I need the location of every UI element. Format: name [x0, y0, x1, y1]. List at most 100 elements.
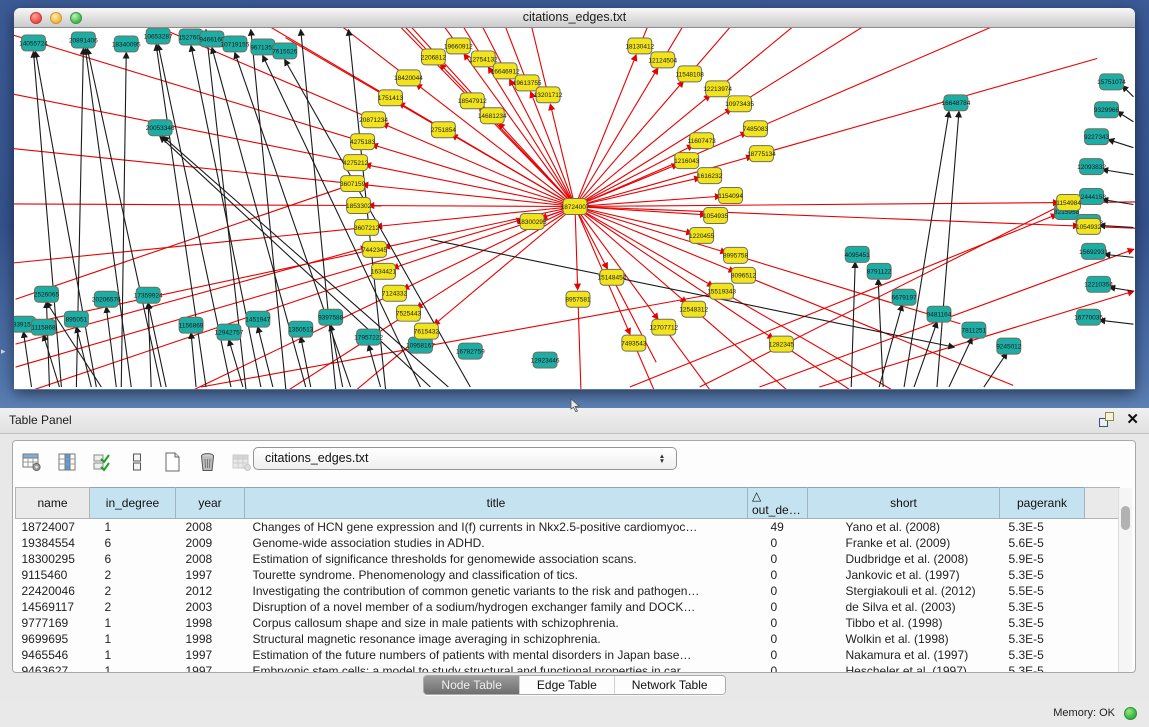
graph-node-label: 19613755: [513, 80, 542, 87]
graph-node-label: 6679197: [891, 295, 917, 302]
table-row[interactable]: 1872400712008Changes of HCN gene express…: [16, 519, 1120, 535]
graph-node-label: 1054932: [1076, 224, 1102, 231]
table-tabs: Node TableEdge TableNetwork Table: [0, 675, 1149, 695]
column-header-in_degree[interactable]: in_degree: [90, 488, 176, 519]
column-header-year[interactable]: year: [176, 488, 245, 519]
graph-node-label: 12548312: [679, 307, 708, 314]
table-row[interactable]: 969969511998Structural magnetic resonanc…: [16, 631, 1120, 647]
table-row[interactable]: 911546021997Tourette syndrome. Phenomeno…: [16, 567, 1120, 583]
graph-node-label: 3607212: [354, 225, 380, 232]
graph-edge: [106, 307, 116, 387]
close-window-icon[interactable]: [30, 12, 42, 24]
select-all-rows-icon[interactable]: [89, 448, 115, 476]
graph-edge: [949, 338, 972, 387]
delete-table-icon[interactable]: [194, 448, 220, 476]
graph-node-label: 1751413: [378, 95, 404, 102]
graph-edge: [575, 207, 1079, 227]
node-table-box: f(x) citations_edges.txt ▲▼ namein_degre…: [12, 440, 1136, 673]
table-selector-value: citations_edges.txt: [265, 451, 369, 465]
graph-edge: [369, 345, 381, 387]
graph-node-label: 4275212: [343, 160, 369, 167]
column-visibility-icon[interactable]: [54, 448, 80, 476]
graph-node-label: 1154984: [1056, 200, 1081, 207]
graph-edge: [43, 335, 59, 387]
column-header-pagerank[interactable]: pagerank: [1000, 488, 1085, 519]
graph-node-label: 1115868: [31, 325, 56, 332]
tab-network-table[interactable]: Network Table: [614, 676, 725, 694]
graph-node-label: 7811251: [962, 328, 987, 335]
table-scrollbar-thumb[interactable]: [1121, 506, 1130, 530]
graph-node-label: 18547912: [458, 98, 487, 105]
graph-edge: [694, 309, 908, 389]
table-row[interactable]: 1456911722003Disruption of a novel membe…: [16, 599, 1120, 615]
network-canvas[interactable]: 1872400714055724208914061834009510653287…: [14, 28, 1135, 389]
graph-node-label: 1350513: [288, 327, 314, 334]
graph-node-label: 8957581: [565, 297, 591, 304]
zoom-window-icon[interactable]: [70, 12, 82, 24]
graph-node-label: 12444158: [1077, 194, 1106, 201]
network-view-window: citations_edges.txt 18724007140557242089…: [14, 8, 1135, 390]
table-selector-dropdown[interactable]: citations_edges.txt ▲▼: [253, 447, 677, 470]
column-header-out_de[interactable]: △ out_de…: [748, 488, 808, 519]
table-settings-icon[interactable]: [19, 448, 45, 476]
graph-edge: [403, 207, 575, 289]
graph-node-label: 14055724: [19, 40, 48, 47]
graph-edge: [272, 28, 459, 46]
graph-node-label: 15519343: [707, 289, 736, 296]
graph-edge: [718, 28, 1003, 89]
graph-edge: [384, 207, 575, 248]
graph-node-label: 9227343: [1084, 134, 1110, 141]
mouse-cursor: [569, 398, 581, 412]
graph-node-label: 17359924: [134, 293, 163, 300]
window-titlebar[interactable]: citations_edges.txt: [14, 8, 1135, 28]
graph-edge: [1103, 170, 1134, 175]
graph-node-label: 10653287: [144, 33, 173, 40]
graph-node-label: 12923446: [531, 357, 560, 364]
graph-edge: [156, 45, 206, 387]
network-canvas-container: 1872400714055724208914061834009510653287…: [14, 28, 1135, 389]
graph-edge: [191, 333, 196, 387]
table-scrollbar[interactable]: [1118, 488, 1132, 672]
graph-edge: [761, 59, 1097, 154]
graph-node-label: 7615526: [272, 48, 298, 55]
graph-node-label: 1216043: [674, 158, 700, 165]
row-height-icon[interactable]: [124, 448, 150, 476]
graph-node-label: 10973435: [725, 101, 754, 108]
tab-edge-table[interactable]: Edge Table: [519, 676, 614, 694]
graph-node-label: 11607473: [687, 138, 716, 145]
table-row[interactable]: 1830029562008Estimation of significance …: [16, 551, 1120, 567]
graph-edge: [575, 207, 578, 290]
table-row[interactable]: 946554611997Estimation of the future num…: [16, 647, 1120, 663]
minimize-window-icon[interactable]: [50, 12, 62, 24]
memory-ok-indicator[interactable]: [1124, 707, 1137, 720]
graph-node-label: 18340095: [112, 41, 141, 48]
tab-node-table[interactable]: Node Table: [424, 676, 519, 694]
graph-node-label: 4275183: [350, 139, 376, 146]
table-row[interactable]: 2242004622012Investigating the contribut…: [16, 583, 1120, 599]
table-row[interactable]: 946362711997Embryonic stem cells: a mode…: [16, 663, 1120, 673]
graph-node-label: 7493543: [621, 341, 647, 348]
graph-node-label: 10958167: [406, 343, 435, 350]
column-header-short[interactable]: short: [808, 488, 1000, 519]
graph-edge: [417, 207, 575, 308]
import-table-icon[interactable]: [229, 448, 255, 476]
graph-node-label: 15751074: [1097, 79, 1126, 86]
graph-node-label: 13201712: [534, 92, 563, 99]
memory-status-label: Memory: OK: [1053, 700, 1115, 726]
graph-node-label: 1451947: [245, 317, 271, 324]
panel-collapse-arrow-icon[interactable]: ▸: [1, 346, 6, 357]
graph-node-label: 7124332: [382, 291, 408, 298]
table-row[interactable]: 977716911998Corpus callosum shape and si…: [16, 615, 1120, 631]
close-panel-icon[interactable]: ✕: [1126, 412, 1139, 427]
graph-edge: [369, 206, 575, 207]
graph-edge: [14, 66, 356, 163]
graph-node-label: 16646912: [491, 68, 520, 75]
graph-node-label: 14681234: [478, 113, 507, 120]
table-row[interactable]: 1938455462009Genome-wide association stu…: [16, 535, 1120, 551]
graph-node-label: 16648784: [942, 100, 971, 107]
graph-edge: [258, 327, 273, 387]
float-panel-icon[interactable]: [1099, 412, 1114, 427]
new-table-icon[interactable]: [159, 448, 185, 476]
column-header-title[interactable]: title: [245, 488, 748, 519]
column-header-name[interactable]: name: [16, 488, 90, 519]
